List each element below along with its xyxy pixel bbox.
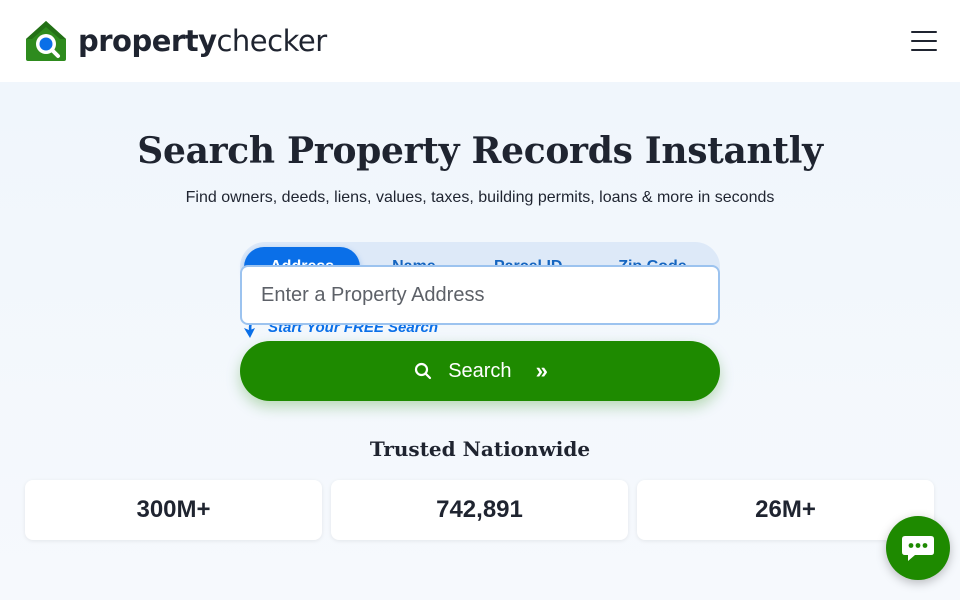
chat-button[interactable]	[886, 516, 950, 580]
logo-text-regular: checker	[216, 24, 327, 58]
stat-value: 742,891	[436, 496, 523, 523]
logo-wordmark: propertychecker	[78, 24, 327, 58]
stat-value: 300M+	[136, 496, 211, 523]
stat-value: 26M+	[755, 496, 816, 523]
search-button-label: Search	[448, 359, 512, 382]
menu-line	[911, 49, 937, 51]
stat-card-searches: 742,891	[331, 480, 628, 540]
search-icon	[415, 362, 432, 380]
house-magnifier-icon	[26, 21, 66, 61]
page-subtitle: Find owners, deeds, liens, values, taxes…	[185, 189, 775, 206]
double-chevron-right-icon: »	[535, 358, 548, 383]
site-logo[interactable]: propertychecker	[24, 19, 327, 63]
stat-card-records: 300M+	[25, 480, 322, 540]
logo-text-bold: property	[78, 24, 217, 58]
hamburger-menu-icon[interactable]	[911, 31, 937, 51]
title-bold: Search Property Records	[137, 130, 633, 172]
trusted-heading: Trusted Nationwide	[369, 437, 591, 461]
menu-line	[911, 40, 937, 42]
property-address-input[interactable]	[240, 265, 720, 325]
page-title: Search Property Records Instantly	[0, 130, 960, 172]
menu-line	[911, 31, 937, 33]
search-button[interactable]: Search »	[240, 341, 720, 401]
site-header: propertychecker	[0, 0, 960, 82]
chat-bubble-icon	[902, 536, 934, 561]
title-regular: Instantly	[644, 130, 823, 172]
